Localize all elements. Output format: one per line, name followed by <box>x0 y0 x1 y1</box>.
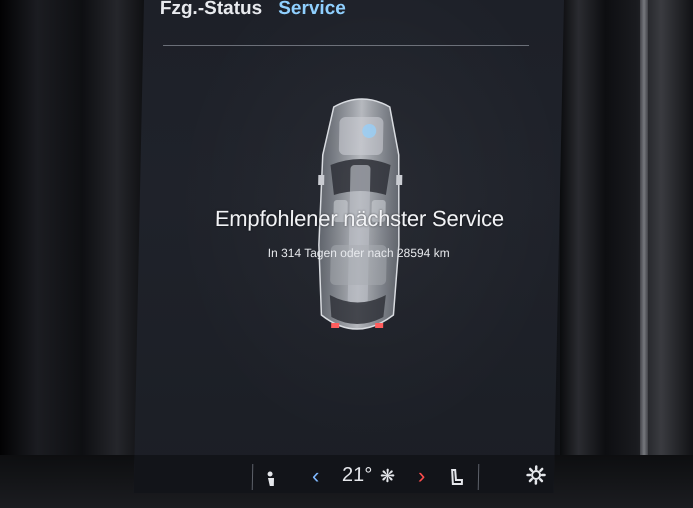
chrome-trim <box>640 0 648 508</box>
temperature-value[interactable]: 21° <box>342 464 373 487</box>
tab-fzg-status[interactable]: Fzg.-Status <box>160 0 263 20</box>
temp-down-button[interactable]: ‹ <box>312 463 320 489</box>
left-bezel <box>0 0 150 508</box>
seat-icon[interactable] <box>448 468 464 488</box>
settings-icon[interactable] <box>526 465 546 485</box>
tab-service[interactable]: Service <box>278 0 346 20</box>
photo-scene: Fzg.-Status Service Empfohlener nächster… <box>0 0 693 508</box>
temp-up-button[interactable]: › <box>418 463 426 489</box>
seat-heat-icon[interactable] <box>264 470 282 488</box>
tab-divider <box>163 45 530 46</box>
infotainment-screen: Fzg.-Status Service Empfohlener nächster… <box>133 0 564 493</box>
service-detail: In 314 Tagen oder nach 28594 km <box>267 246 450 260</box>
service-title: Empfohlener nächster Service <box>214 206 505 231</box>
right-bezel <box>560 0 693 508</box>
fan-icon[interactable]: ❋ <box>380 466 396 487</box>
tab-bar: Fzg.-Status Service <box>160 0 346 20</box>
